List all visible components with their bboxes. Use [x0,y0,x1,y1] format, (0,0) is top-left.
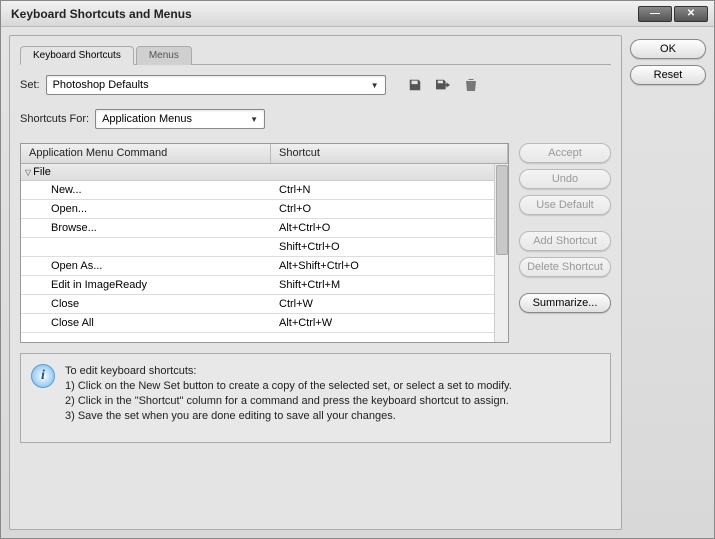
chevron-down-icon: ▼ [371,81,379,90]
table-and-actions: Application Menu Command Shortcut ▽ File… [20,143,611,353]
accept-button[interactable]: Accept [519,143,611,163]
table-row[interactable]: Shift+Ctrl+O [21,238,508,257]
content-area: Keyboard Shortcuts Menus Set: Photoshop … [1,27,714,538]
triangle-down-icon: ▽ [25,168,31,177]
minimize-button[interactable]: — [638,6,672,22]
header-shortcut[interactable]: Shortcut [271,144,508,163]
group-label: File [33,166,51,178]
trash-icon [465,78,477,92]
close-button[interactable]: ✕ [674,6,708,22]
set-dropdown[interactable]: Photoshop Defaults ▼ [46,75,386,95]
group-row-file[interactable]: ▽ File [21,164,508,181]
delete-shortcut-button[interactable]: Delete Shortcut [519,257,611,277]
ok-button[interactable]: OK [630,39,706,59]
tab-keyboard-shortcuts[interactable]: Keyboard Shortcuts [20,46,134,65]
floppy-arrow-icon [435,78,451,92]
shortcuts-table: Application Menu Command Shortcut ▽ File… [20,143,509,343]
undo-button[interactable]: Undo [519,169,611,189]
dialog-window: Keyboard Shortcuts and Menus — ✕ Keyboar… [0,0,715,539]
scroll-thumb[interactable] [496,165,508,255]
side-panel: OK Reset [630,35,706,530]
chevron-down-icon: ▼ [250,115,258,124]
window-controls: — ✕ [636,6,708,22]
tab-row: Keyboard Shortcuts Menus [20,46,611,65]
info-icon: i [31,364,55,388]
header-command[interactable]: Application Menu Command [21,144,271,163]
save-set-button[interactable] [404,75,426,95]
window-title: Keyboard Shortcuts and Menus [11,7,192,21]
tab-menus[interactable]: Menus [136,46,192,65]
scrollbar[interactable] [494,164,508,342]
use-default-button[interactable]: Use Default [519,195,611,215]
set-row: Set: Photoshop Defaults ▼ [20,75,611,95]
shortcuts-for-value: Application Menus [102,113,192,125]
shortcuts-for-dropdown[interactable]: Application Menus ▼ [95,109,265,129]
new-set-button[interactable] [432,75,454,95]
shortcuts-for-label: Shortcuts For: [20,113,89,125]
table-row[interactable]: Browse...Alt+Ctrl+O [21,219,508,238]
hint-box: i To edit keyboard shortcuts: 1) Click o… [20,353,611,443]
table-row[interactable]: New...Ctrl+N [21,181,508,200]
summarize-button[interactable]: Summarize... [519,293,611,313]
action-column: Accept Undo Use Default Add Shortcut Del… [519,143,611,353]
table-stack: Application Menu Command Shortcut ▽ File… [20,143,509,353]
set-value: Photoshop Defaults [53,79,149,91]
table-row[interactable]: CloseCtrl+W [21,295,508,314]
table-body: ▽ File New...Ctrl+N Open...Ctrl+O Browse… [21,164,508,342]
add-shortcut-button[interactable]: Add Shortcut [519,231,611,251]
reset-button[interactable]: Reset [630,65,706,85]
table-row[interactable]: Open...Ctrl+O [21,200,508,219]
main-panel: Keyboard Shortcuts Menus Set: Photoshop … [9,35,622,530]
table-row[interactable]: Open As...Alt+Shift+Ctrl+O [21,257,508,276]
table-header: Application Menu Command Shortcut [21,144,508,164]
hint-text: To edit keyboard shortcuts: 1) Click on … [65,364,512,423]
title-bar: Keyboard Shortcuts and Menus — ✕ [1,1,714,27]
delete-set-button[interactable] [460,75,482,95]
floppy-icon [408,78,422,92]
table-row[interactable]: Close AllAlt+Ctrl+W [21,314,508,333]
set-label: Set: [20,79,40,91]
table-row[interactable]: Edit in ImageReadyShift+Ctrl+M [21,276,508,295]
shortcuts-for-row: Shortcuts For: Application Menus ▼ [20,109,611,129]
